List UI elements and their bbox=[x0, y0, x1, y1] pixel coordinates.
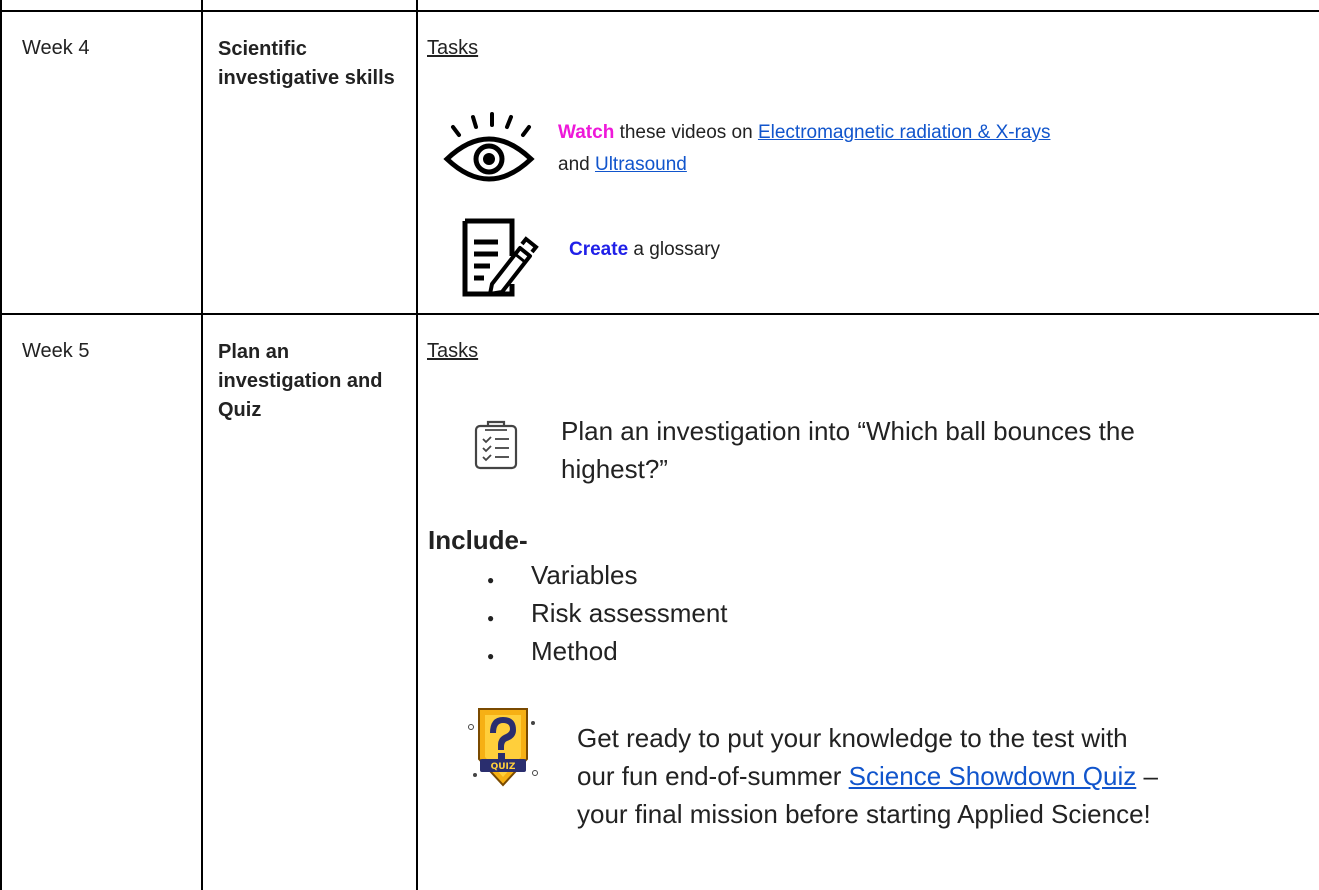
quiz-line-1: Get ready to put your knowledge to the t… bbox=[577, 723, 1128, 753]
include-item: ● Method bbox=[487, 632, 618, 675]
row1-week: Week 4 bbox=[22, 37, 90, 59]
checklist-icon bbox=[473, 418, 519, 470]
bullet-icon: ● bbox=[487, 649, 495, 663]
quiz-dash: – bbox=[1136, 761, 1158, 791]
create-verb: Create bbox=[569, 239, 629, 260]
row1-tasks-heading: Tasks bbox=[427, 37, 479, 59]
watch-line-2: and Ultrasound bbox=[558, 151, 687, 179]
link-electromagnetic-radiation[interactable]: Electromagnetic radiation & X-rays bbox=[758, 122, 1051, 143]
quiz-line-3: your final mission before starting Appli… bbox=[577, 799, 1151, 829]
row2-topic: Plan an investigation and Quiz bbox=[218, 341, 383, 421]
document-pen-icon bbox=[460, 218, 544, 298]
include-item: ● Risk assessment bbox=[487, 594, 728, 637]
plan-line-2: highest?” bbox=[561, 454, 668, 484]
table-border-col1 bbox=[201, 0, 203, 890]
quiz-badge-label: QUIZ bbox=[491, 762, 516, 772]
row2-week: Week 5 bbox=[22, 340, 90, 362]
plan-text: Plan an investigation into bbox=[561, 416, 851, 446]
row2-tasks-heading: Tasks bbox=[427, 340, 479, 362]
watch-line-1: Watch these videos on Electromagnetic ra… bbox=[558, 119, 1050, 147]
table-border-top bbox=[0, 10, 1319, 12]
plan-line-1: Plan an investigation into “Which ball b… bbox=[561, 412, 1135, 450]
plan-question: “Which ball bounces the bbox=[850, 416, 1135, 446]
include-item: ● Variables bbox=[487, 556, 637, 599]
watch-verb: Watch bbox=[558, 122, 615, 143]
table-border-left bbox=[0, 0, 2, 890]
quiz-text: our fun end-of-summer bbox=[577, 761, 849, 791]
table-row-divider bbox=[0, 313, 1319, 315]
watch-and-text: and bbox=[558, 154, 595, 175]
eye-icon bbox=[443, 111, 535, 185]
create-text: a glossary bbox=[628, 239, 721, 260]
include-label: Include- bbox=[428, 525, 528, 555]
link-ultrasound[interactable]: Ultrasound bbox=[595, 154, 687, 175]
watch-text: these videos on bbox=[614, 122, 758, 143]
quiz-line-2: our fun end-of-summer Science Showdown Q… bbox=[577, 757, 1158, 795]
link-science-showdown-quiz[interactable]: Science Showdown Quiz bbox=[849, 761, 1137, 791]
table-border-col2 bbox=[416, 0, 418, 890]
document-page: Week 4 Scientific investigative skills T… bbox=[0, 0, 1319, 890]
create-line: Create a glossary bbox=[569, 236, 720, 264]
row1-topic: Scientific investigative skills bbox=[218, 38, 395, 89]
quiz-badge-icon: QUIZ bbox=[465, 703, 541, 791]
